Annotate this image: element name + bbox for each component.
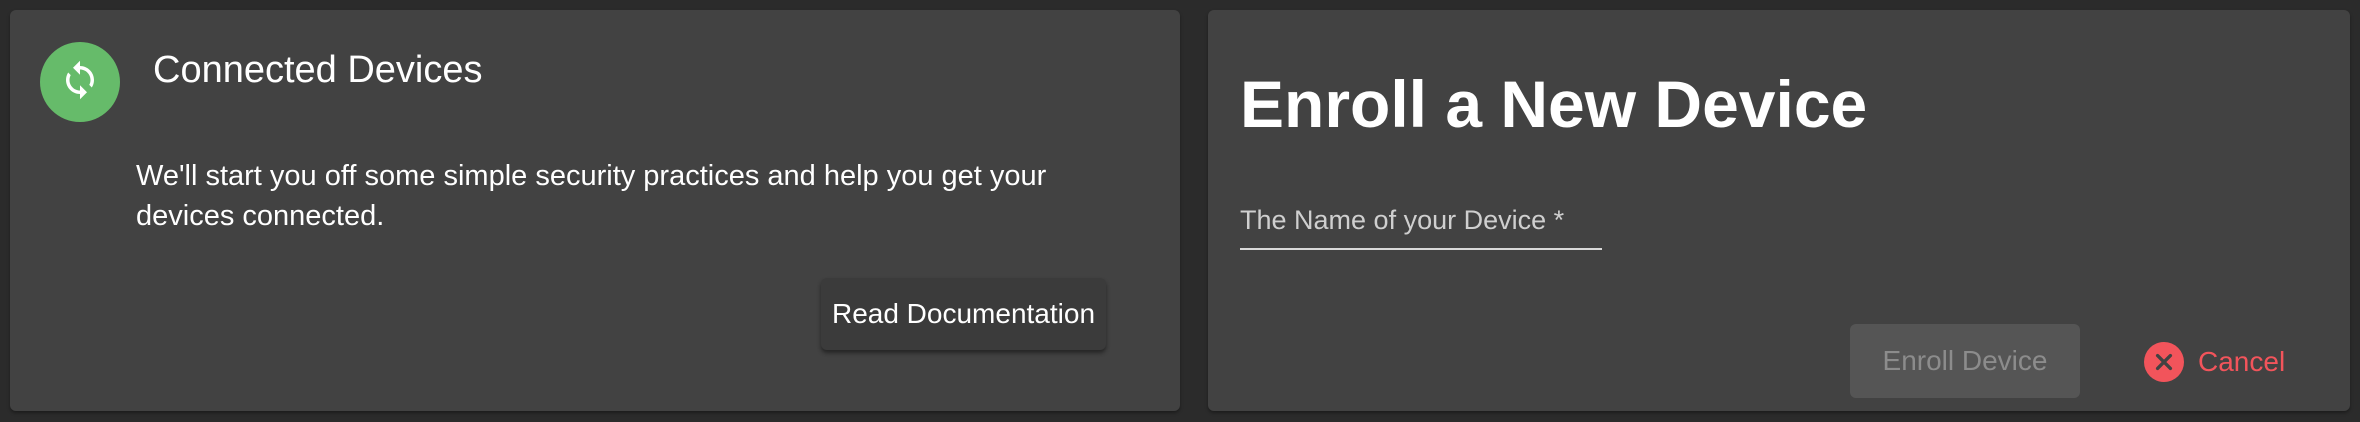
cancel-button[interactable]: Cancel	[2144, 332, 2285, 392]
close-circle-icon	[2144, 342, 2184, 382]
cancel-label: Cancel	[2198, 346, 2286, 377]
connected-devices-card: Connected Devices We'll start you off so…	[10, 10, 1180, 411]
card-title: Connected Devices	[153, 49, 483, 91]
page: Connected Devices We'll start you off so…	[0, 0, 2360, 422]
enroll-title: Enroll a New Device	[1240, 67, 1868, 141]
device-name-field	[1240, 194, 1602, 250]
device-name-input[interactable]	[1240, 194, 1602, 246]
enroll-device-button[interactable]: Enroll Device	[1850, 324, 2080, 398]
enroll-device-card: Enroll a New Device Enroll Device Cancel	[1208, 10, 2350, 411]
card-description: We'll start you off some simple security…	[136, 160, 1047, 232]
sync-icon	[59, 59, 101, 106]
read-documentation-button[interactable]: Read Documentation	[821, 278, 1106, 350]
sync-avatar	[40, 42, 120, 122]
